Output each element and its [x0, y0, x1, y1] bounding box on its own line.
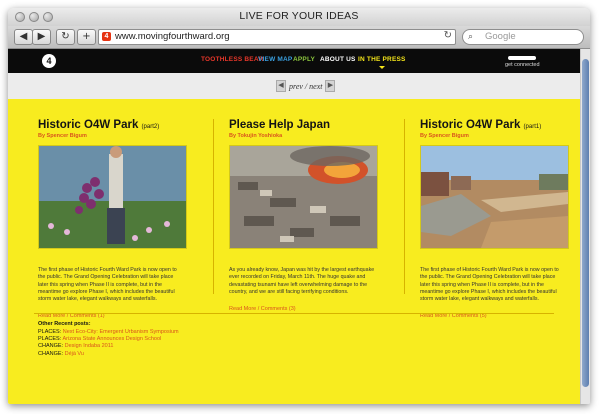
forward-button[interactable]: ▶	[32, 29, 51, 45]
recent-post-category: CHANGE:	[38, 343, 64, 350]
column-divider	[213, 119, 214, 294]
nav-toothless-bear[interactable]: TOOTHLESS BEAR	[201, 56, 264, 63]
site-favicon-icon: 4	[102, 32, 111, 41]
recent-post-item: PLACES: Next Eco-City: Emergent Urbanism…	[38, 329, 179, 336]
post-title[interactable]: Please Help Japan	[229, 119, 379, 131]
site-logo[interactable]: 4	[42, 54, 56, 68]
url-text[interactable]: www.movingfourthward.org	[115, 31, 230, 42]
read-more-link[interactable]: Read More / Comments (3)	[229, 306, 379, 312]
read-more-link[interactable]: Read More / Comments (1)	[38, 313, 188, 319]
page-viewport: 4 TOOTHLESS BEAR VIEW MAP APPLY ABOUT US…	[8, 49, 580, 404]
post-title-text[interactable]: Please Help Japan	[229, 119, 330, 131]
post-byline[interactable]: By Tokujin Yoshioka	[229, 133, 379, 139]
magnifier-icon: ⌕	[468, 31, 474, 41]
posts-section: Historic O4W Park (part2) By Spencer Big…	[8, 99, 580, 404]
add-bookmark-button[interactable]: +	[77, 29, 96, 45]
post-excerpt: As you already know, Japan was hit by th…	[229, 267, 375, 295]
recent-post-category: PLACES:	[38, 329, 62, 335]
back-arrow-icon: ◀	[19, 31, 28, 42]
post-title-text[interactable]: Historic O4W Park	[38, 119, 138, 131]
recent-post-link[interactable]: Design Indaba 2011	[65, 343, 114, 349]
vertical-scrollbar[interactable]	[580, 49, 590, 404]
post-byline[interactable]: By Spencer Bigum	[420, 133, 570, 139]
prev-next-link[interactable]: prev / next	[286, 82, 325, 91]
recent-post-item: CHANGE: Design Indaba 2011	[38, 343, 179, 350]
plus-icon: +	[82, 31, 91, 42]
post-title[interactable]: Historic O4W Park (part1)	[420, 119, 570, 131]
recent-post-link[interactable]: Déjà Vu	[65, 351, 84, 357]
recent-post-link[interactable]: Next Eco-City: Emergent Urbanism Symposi…	[63, 329, 179, 335]
browser-toolbar: ◀ ▶ ↻ + 4 www.movingfourthward.org ↻ ⌕ G…	[8, 26, 590, 49]
post-part: (part2)	[141, 124, 160, 130]
post-excerpt: The first phase of Historic Fourth Ward …	[38, 267, 177, 303]
prev-arrow-icon[interactable]: ◀	[276, 80, 286, 92]
section-divider	[34, 313, 554, 314]
post-byline[interactable]: By Spencer Bigum	[38, 133, 188, 139]
browser-window: LIVE FOR YOUR IDEAS ◀ ▶ ↻ + 4 www.moving…	[8, 8, 590, 404]
post-title[interactable]: Historic O4W Park (part2)	[38, 119, 188, 131]
post-card: Historic O4W Park (part1) By Spencer Big…	[420, 119, 570, 319]
address-reload-icon[interactable]: ↻	[444, 30, 452, 41]
search-placeholder: Google	[485, 31, 516, 42]
reload-button[interactable]: ↻	[56, 29, 75, 45]
recent-post-category: CHANGE:	[38, 350, 64, 357]
post-photo-japan-disaster[interactable]	[229, 145, 378, 249]
search-field[interactable]: ⌕ Google	[462, 29, 584, 45]
forward-arrow-icon: ▶	[37, 31, 46, 42]
connect-icon[interactable]	[508, 56, 536, 60]
nav-about-us[interactable]: ABOUT US	[320, 56, 356, 63]
back-button[interactable]: ◀	[14, 29, 33, 45]
post-card: Historic O4W Park (part2) By Spencer Big…	[38, 119, 188, 319]
recent-post-item: CHANGE: Déjà Vu	[38, 351, 179, 358]
title-bar: LIVE FOR YOUR IDEAS	[8, 8, 590, 26]
window-title: LIVE FOR YOUR IDEAS	[239, 10, 359, 22]
site-navigation: 4 TOOTHLESS BEAR VIEW MAP APPLY ABOUT US…	[8, 49, 580, 73]
post-part: (part1)	[523, 124, 542, 130]
nav-apply[interactable]: APPLY	[293, 56, 315, 63]
recent-posts: Other Recent posts: PLACES: Next Eco-Cit…	[38, 321, 179, 358]
address-bar[interactable]: 4 www.movingfourthward.org ↻	[98, 29, 456, 45]
post-excerpt: The first phase of Historic Fourth Ward …	[420, 267, 559, 303]
post-card: Please Help Japan By Tokujin Yoshioka As…	[229, 119, 379, 312]
next-arrow-icon[interactable]: ▶	[325, 80, 336, 92]
scrollbar-thumb[interactable]	[582, 59, 589, 387]
column-divider	[404, 119, 405, 294]
recent-post-category: PLACES:	[38, 336, 62, 343]
get-connected-link[interactable]: get connected	[505, 62, 540, 68]
read-more-link[interactable]: Read More / Comments (5)	[420, 313, 570, 319]
post-photo-park-construction[interactable]	[420, 145, 569, 249]
recent-post-item: PLACES: Arizona State Announces Design S…	[38, 336, 179, 343]
pager: ◀ prev / next ▶	[276, 80, 336, 92]
recent-posts-heading: Other Recent posts:	[38, 321, 91, 327]
refresh-icon: ↻	[61, 31, 70, 42]
recent-post-link[interactable]: Arizona State Announces Design School	[62, 336, 161, 342]
nav-view-map[interactable]: VIEW MAP	[258, 56, 292, 63]
post-photo-flower-vendor[interactable]	[38, 145, 187, 249]
nav-in-the-press[interactable]: IN THE PRESS	[358, 56, 406, 69]
post-title-text[interactable]: Historic O4W Park	[420, 119, 520, 131]
